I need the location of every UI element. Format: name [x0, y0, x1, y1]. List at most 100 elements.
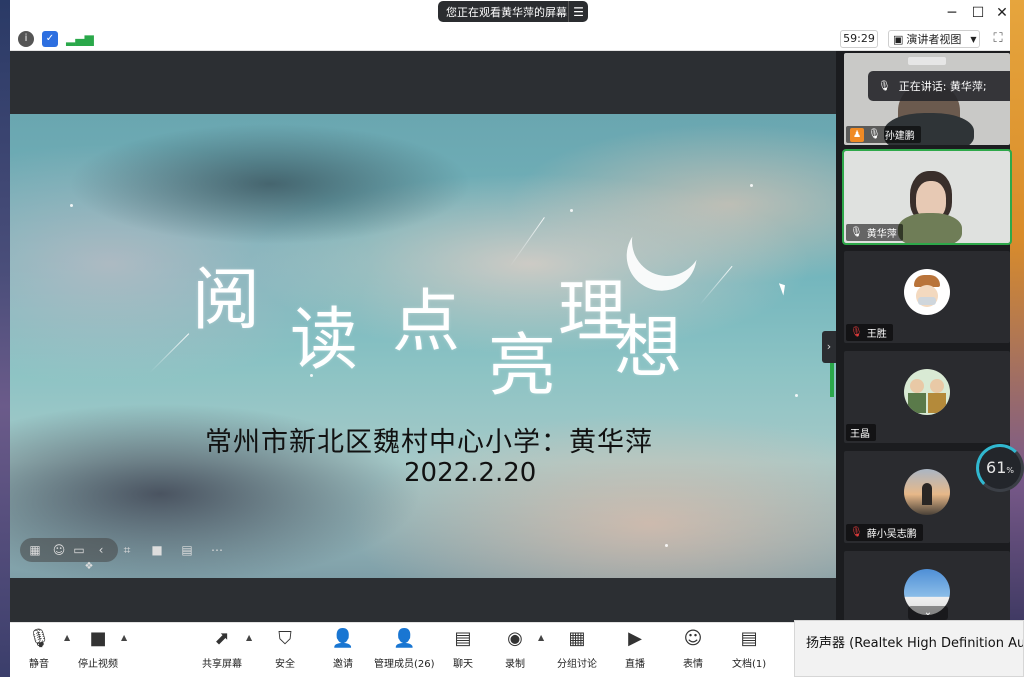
breakout-icon: ▦	[568, 628, 586, 649]
title-char: 想	[614, 309, 683, 388]
stop-video-button[interactable]: ■ 停止视频	[78, 627, 118, 673]
view-mode-label: 演讲者视图	[906, 33, 962, 46]
collapse-panel-button[interactable]: ›	[822, 331, 836, 363]
users-icon: 👤	[393, 628, 416, 649]
chat-icon: ▤	[454, 628, 472, 649]
video-tile[interactable]: 🎙 王胜	[844, 251, 1010, 343]
share-screen-icon: ⬈	[214, 628, 230, 649]
maximize-button[interactable]: ☐	[966, 4, 990, 22]
shield-icon[interactable]: ✓	[42, 31, 58, 47]
speaking-indicator: 🎙 正在讲话: 黄华萍;	[868, 71, 1010, 101]
video-tile[interactable]: ⌄	[844, 551, 1010, 622]
video-tile[interactable]: 王晶	[844, 351, 1010, 443]
speaking-indicator-text: 正在讲话: 黄华萍;	[898, 80, 987, 93]
stop-video-label: 停止视频	[78, 659, 118, 670]
reactions-button[interactable]: ☺ 表情	[680, 627, 706, 673]
docs-button[interactable]: ▤ 文档(1)	[732, 627, 766, 673]
scroll-up-button[interactable]	[908, 57, 946, 65]
video-options-caret[interactable]: ▲	[121, 633, 127, 642]
sharing-banner[interactable]: 您正在观看黄华萍的屏幕 ☰	[438, 1, 588, 22]
avatar	[904, 269, 950, 315]
participant-name: 黄华萍	[866, 229, 897, 240]
microphone-icon: 🎙	[850, 227, 863, 238]
shooting-star	[149, 333, 190, 373]
minimize-button[interactable]: ─	[940, 4, 964, 22]
manage-members-button[interactable]: 👤 管理成员(26)	[374, 627, 435, 673]
video-tile-active[interactable]: 🎙 黄华萍	[842, 149, 1012, 245]
info-icon[interactable]: i	[18, 31, 34, 47]
desktop-wallpaper-left	[0, 0, 10, 677]
scroll-down-button[interactable]: ⌄	[908, 606, 948, 620]
sharing-banner-text: 您正在观看黄华萍的屏幕	[446, 5, 567, 19]
host-icon: ♟	[850, 127, 864, 142]
cpu-usage-gauge[interactable]: 61%	[976, 444, 1024, 492]
share-screen-button[interactable]: ⬈ 共享屏幕	[202, 627, 242, 673]
record-button[interactable]: ◉ 录制	[502, 627, 528, 673]
speaker-device-popup[interactable]: 扬声器 (Realtek High Definition Audio	[794, 620, 1024, 677]
security-button[interactable]: ⛉ 安全	[272, 627, 298, 673]
add-user-icon: 👤	[331, 628, 355, 649]
shooting-star	[699, 265, 733, 305]
camera-icon[interactable]: ■	[148, 541, 166, 559]
comment-icon[interactable]: ▤	[178, 541, 196, 559]
title-char: 读	[290, 301, 359, 380]
participant-video	[898, 213, 962, 243]
live-stream-button[interactable]: ▶ 直播	[622, 627, 648, 673]
desktop-wallpaper-right	[1010, 0, 1024, 677]
video-camera-icon: ■	[89, 628, 107, 649]
manage-members-label: 管理成员(26)	[374, 659, 435, 670]
title-bar: 您正在观看黄华萍的屏幕 ☰ ─ ☐ ✕	[10, 0, 1010, 27]
record-icon: ◉	[507, 628, 523, 649]
star	[750, 184, 753, 187]
slide-date: 2022.2.20	[404, 458, 537, 488]
chevron-down-icon: ▼	[970, 34, 977, 44]
title-char: 阅	[192, 261, 261, 340]
breakout-rooms-button[interactable]: ▦ 分组讨论	[557, 627, 597, 673]
microphone-icon: 🎙	[27, 628, 51, 649]
video-tile[interactable]: 🎙 正在讲话: 黄华萍; ♟ 🎙 孙建鹏	[844, 53, 1010, 145]
star	[570, 209, 573, 212]
audio-options-caret[interactable]: ▲	[64, 633, 70, 642]
signal-icon[interactable]: ▂▄▆	[66, 31, 94, 47]
docs-label: 文档(1)	[732, 659, 767, 670]
shield-icon: ⛉	[278, 628, 292, 649]
view-mode-dropdown[interactable]: ▣ 演讲者视图 ▼	[888, 30, 980, 48]
chevron-left-icon[interactable]: ‹	[92, 541, 110, 559]
record-options-caret[interactable]: ▲	[538, 633, 544, 642]
participant-name: 王晶	[850, 429, 870, 440]
chat-label: 聊天	[453, 659, 473, 670]
screenshot-icon[interactable]: ⌗	[118, 541, 136, 559]
title-char: 点	[392, 283, 461, 362]
microphone-icon: 🎙	[868, 129, 881, 140]
cpu-usage-unit: %	[1006, 466, 1014, 475]
breakout-label: 分组讨论	[557, 659, 597, 670]
hamburger-icon[interactable]: ☰	[568, 1, 588, 22]
participant-name-tag: ♟ 🎙 孙建鹏	[846, 126, 921, 143]
emoji-icon[interactable]: ☺	[50, 541, 68, 559]
microphone-muted-icon: 🎙	[850, 527, 863, 538]
close-button[interactable]: ✕	[990, 4, 1014, 22]
share-options-caret[interactable]: ▲	[246, 633, 252, 642]
invite-label: 邀请	[333, 659, 353, 670]
presentation-slide: 阅 读 点 亮 理 想 常州市新北区魏村中心小学：黄华萍 2022.2.20 ▦…	[10, 114, 836, 578]
more-icon[interactable]: ⋯	[208, 541, 226, 559]
star	[795, 394, 798, 397]
mute-button[interactable]: 🎙 静音	[26, 627, 52, 673]
star	[665, 544, 668, 547]
speaker-device-name: 扬声器 (Realtek High Definition Audio	[806, 636, 1024, 651]
chat-bubble-icon[interactable]: ▭	[70, 541, 88, 559]
fullscreen-icon[interactable]: ⛶	[990, 31, 1006, 47]
grid-icon[interactable]: ▦	[26, 541, 44, 559]
meeting-window: 您正在观看黄华萍的屏幕 ☰ ─ ☐ ✕ i ✓ ▂▄▆ 59:29 ▣ 演讲者视…	[10, 0, 1012, 677]
meeting-timer: 59:29	[840, 30, 878, 48]
participant-name-tag: 🎙 黄华萍	[846, 224, 903, 241]
apps-icon[interactable]: ❖	[80, 558, 98, 576]
chat-button[interactable]: ▤ 聊天	[450, 627, 476, 673]
mouse-cursor	[778, 281, 789, 296]
mute-label: 静音	[29, 659, 49, 670]
chevron-down-icon: ⌄	[923, 607, 933, 618]
invite-button[interactable]: 👤 邀请	[330, 627, 356, 673]
live-stream-icon: ▶	[628, 628, 642, 649]
participant-name: 孙建鹏	[884, 131, 915, 142]
crescent-moon-image	[622, 196, 712, 286]
